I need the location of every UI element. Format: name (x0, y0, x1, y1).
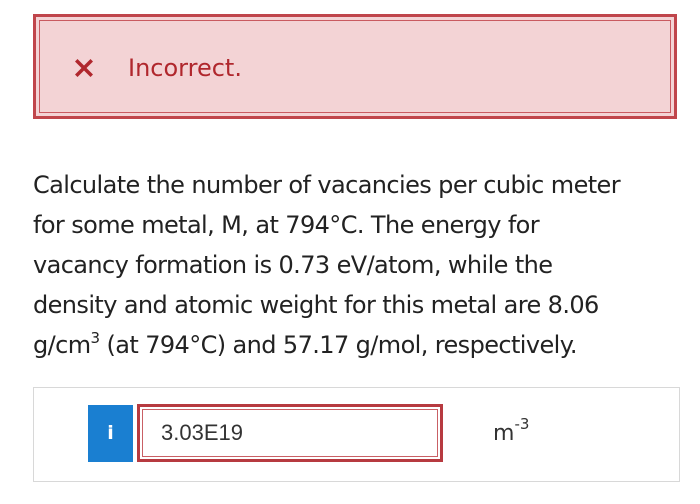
feedback-status-text: Incorrect. (128, 54, 242, 82)
answer-unit: m-3 (493, 414, 529, 454)
density-unit: g/cm (33, 331, 91, 359)
unit-exponent: -3 (514, 415, 530, 433)
info-icon[interactable]: i (88, 405, 133, 462)
unit-base: m (493, 421, 515, 446)
question-page: Incorrect. Calculate the number of vacan… (0, 0, 700, 504)
question-text: Calculate the number of vacancies per cu… (33, 165, 678, 365)
question-line-end: (at 794°C) and 57.17 g/mol, respectively… (99, 331, 577, 359)
question-line: vacancy formation is 0.73 eV/atom, while… (33, 251, 553, 279)
question-line: density and atomic weight for this metal… (33, 291, 599, 319)
answer-input[interactable]: 3.03E19 (137, 404, 443, 462)
question-line: Calculate the number of vacancies per cu… (33, 171, 621, 199)
incorrect-feedback-banner: Incorrect. (33, 14, 677, 119)
question-line: for some metal, M, at 794°C. The energy … (33, 211, 540, 239)
close-x-icon (75, 59, 93, 77)
question-line: g/cm3 (at 794°C) and 57.17 g/mol, respec… (33, 325, 678, 365)
